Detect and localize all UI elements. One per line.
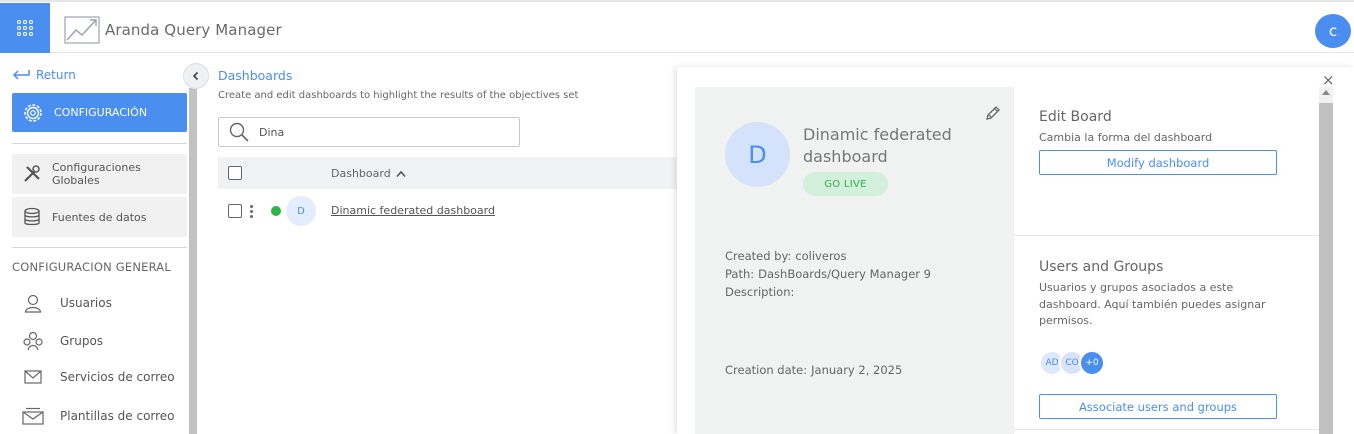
dashboard-description: Description:	[725, 285, 795, 299]
mail-template-icon	[22, 407, 44, 425]
panel-scrollbar-thumb[interactable]	[1319, 103, 1333, 434]
sidebar-item-label: Grupos	[60, 334, 104, 348]
status-indicator	[271, 206, 281, 216]
dashboard-detail-panel: × D Dinamic federated dashboard GO LIVE …	[677, 67, 1354, 434]
top-bar: Aranda Query Manager c	[0, 0, 1354, 53]
envelope-icon	[24, 370, 42, 384]
section-heading: Users and Groups	[1039, 259, 1164, 275]
status-badge: GO LIVE	[803, 172, 888, 196]
table-row[interactable]: D Dinamic federated dashboard	[218, 196, 677, 226]
gear-icon	[24, 103, 42, 122]
select-all-checkbox[interactable]	[228, 166, 242, 180]
search-box	[218, 117, 520, 147]
users-groups-section: Users and Groups Usuarios y grupos asoci…	[1014, 67, 1314, 434]
collapse-sidebar-button[interactable]	[183, 63, 209, 89]
database-icon	[24, 207, 40, 226]
apps-grid-icon	[17, 20, 33, 36]
sidebar-divider	[12, 143, 187, 144]
sort-ascending-icon	[396, 170, 406, 177]
sidebar-divider	[12, 247, 187, 248]
page-subtitle: Create and edit dashboards to highlight …	[218, 90, 579, 101]
scroll-up-arrow-icon[interactable]	[1322, 90, 1330, 95]
search-icon	[229, 122, 249, 142]
sidebar-item-groups[interactable]: Grupos	[22, 331, 103, 351]
app-title: Aranda Query Manager	[105, 21, 282, 39]
sidebar-item-label: Plantillas de correo	[60, 409, 175, 423]
dashboard-name: Dinamic federated dashboard	[803, 125, 952, 166]
column-header-dashboard[interactable]: Dashboard	[331, 167, 406, 180]
user-avatar[interactable]: c	[1315, 14, 1351, 48]
sidebar-item-mail-services[interactable]: Servicios de correo	[22, 370, 175, 384]
dashboard-avatar: D	[725, 122, 790, 187]
section-divider	[1014, 429, 1319, 430]
dashboard-link[interactable]: Dinamic federated dashboard	[331, 204, 495, 217]
table-header: Dashboard	[218, 157, 677, 189]
row-avatar: D	[286, 196, 316, 226]
section-description: Usuarios y grupos asociados a este dashb…	[1039, 281, 1266, 327]
pencil-icon[interactable]	[985, 105, 1001, 121]
search-input[interactable]	[259, 125, 499, 139]
more-members-badge[interactable]: +0	[1079, 350, 1105, 376]
main-content: Dashboards Create and edit dashboards to…	[197, 54, 677, 434]
user-icon	[24, 294, 42, 313]
page-title[interactable]: Dashboards	[218, 68, 292, 83]
return-label: Return	[36, 68, 76, 82]
tools-icon	[24, 165, 40, 182]
configuration-button[interactable]: CONFIGURACIÓN	[12, 93, 187, 132]
created-by: Created by: coliveros	[725, 249, 847, 263]
associate-users-groups-button[interactable]: Associate users and groups	[1039, 394, 1277, 419]
sidebar-card-label: Configuraciones Globales	[52, 161, 141, 187]
chevron-left-icon	[192, 71, 199, 81]
row-checkbox[interactable]	[228, 204, 242, 218]
return-arrow-icon	[12, 70, 30, 80]
sidebar: Return CONFIGURACIÓN Configuraciones Glo…	[0, 54, 209, 434]
row-menu-icon[interactable]	[250, 205, 253, 218]
sidebar-item-label: Usuarios	[60, 296, 112, 310]
sidebar-item-global-config[interactable]: Configuraciones Globales	[12, 154, 187, 194]
apps-menu-button[interactable]	[0, 3, 50, 53]
app-logo-icon	[64, 16, 100, 44]
configuration-label: CONFIGURACIÓN	[54, 106, 148, 119]
sidebar-item-mail-templates[interactable]: Plantillas de correo	[22, 407, 175, 425]
sidebar-item-label: Servicios de correo	[60, 370, 175, 384]
sidebar-item-users[interactable]: Usuarios	[22, 293, 112, 313]
section-title: CONFIGURACION GENERAL	[12, 260, 171, 274]
sidebar-scrollbar[interactable]	[189, 88, 197, 434]
return-link[interactable]: Return	[12, 68, 76, 82]
sidebar-card-label: Fuentes de datos	[52, 210, 147, 224]
dashboard-summary-card: D Dinamic federated dashboard GO LIVE Cr…	[695, 87, 1014, 434]
group-icon	[23, 331, 43, 351]
sidebar-item-data-sources[interactable]: Fuentes de datos	[12, 197, 187, 237]
creation-date: Creation date: January 2, 2025	[725, 363, 903, 377]
dashboard-path: Path: DashBoards/Query Manager 9	[725, 267, 931, 281]
